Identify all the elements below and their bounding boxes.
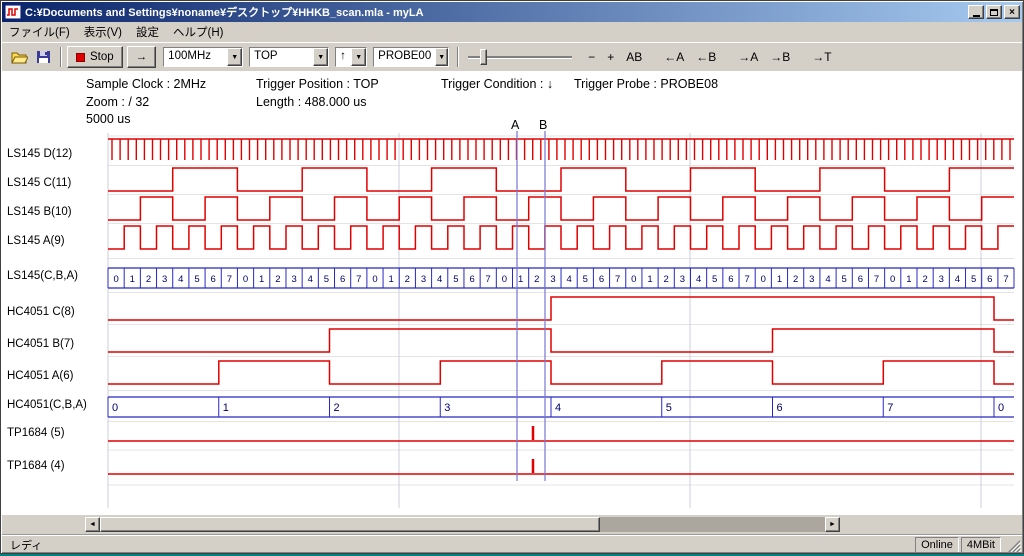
toolbar-separator [60, 47, 62, 67]
stop-label: Stop [90, 51, 114, 63]
menu-settings[interactable]: 設定 [129, 22, 166, 42]
zoom-slider[interactable] [468, 47, 572, 67]
zoom-slider-thumb[interactable] [480, 49, 487, 65]
clock-select-value: 100MHz [164, 48, 215, 66]
open-button[interactable] [7, 46, 31, 68]
close-button[interactable]: × [1004, 5, 1020, 19]
trigger-edge-value: ↑ [336, 48, 350, 66]
save-button[interactable] [31, 46, 55, 68]
stop-icon [76, 53, 85, 62]
title-bar[interactable]: C:¥Documents and Settings¥noname¥デスクトップ¥… [2, 2, 1022, 22]
goto-marker-a-right-button[interactable]: →A [732, 47, 764, 67]
status-text: レディ [2, 537, 915, 553]
chevron-down-icon[interactable]: ▼ [313, 48, 328, 66]
goto-marker-a-left-button[interactable]: ←A [658, 47, 690, 67]
resize-grip[interactable] [1007, 537, 1021, 553]
minimize-button[interactable] [968, 5, 984, 19]
scroll-left-button[interactable]: ◄ [85, 517, 100, 532]
goto-marker-b-left-button[interactable]: ←B [690, 47, 722, 67]
status-online: Online [915, 537, 959, 553]
toolbar: Stop → 100MHz ▼ TOP ▼ ↑ ▼ PROBE00 ▼ − + … [2, 42, 1022, 71]
open-folder-icon [11, 50, 28, 64]
zoom-in-button[interactable]: + [601, 47, 620, 67]
menu-bar: ファイル(F) 表示(V) 設定 ヘルプ(H) [2, 22, 1022, 42]
app-icon [5, 5, 21, 19]
horizontal-scrollbar[interactable]: ◄ ► [85, 517, 840, 532]
clock-select[interactable]: 100MHz ▼ [163, 47, 243, 67]
zoom-out-button[interactable]: − [582, 47, 601, 67]
toolbar-separator [457, 47, 459, 67]
maximize-icon [990, 9, 998, 16]
chevron-down-icon[interactable]: ▼ [351, 48, 366, 66]
status-bar: レディ Online 4MBit [2, 534, 1022, 554]
scrollbar-thumb[interactable] [100, 517, 600, 532]
menu-file[interactable]: ファイル(F) [2, 22, 77, 42]
scroll-right-button[interactable]: ► [825, 517, 840, 532]
app-window: C:¥Documents and Settings¥noname¥デスクトップ¥… [0, 0, 1024, 554]
status-memory: 4MBit [961, 537, 1001, 553]
goto-trigger-button[interactable]: →T [806, 47, 837, 67]
stop-button[interactable]: Stop [67, 46, 123, 68]
window-title: C:¥Documents and Settings¥noname¥デスクトップ¥… [25, 4, 966, 20]
scroll-strip: ◄ ► [2, 515, 1022, 534]
menu-help[interactable]: ヘルプ(H) [166, 22, 230, 42]
minimize-icon [973, 15, 980, 17]
trigger-probe-value: PROBE00 [374, 48, 435, 66]
menu-view[interactable]: 表示(V) [77, 22, 129, 42]
maximize-button[interactable] [986, 5, 1002, 19]
waveform-panel [2, 71, 1022, 515]
chevron-down-icon[interactable]: ▼ [227, 48, 242, 66]
trigger-edge-select[interactable]: ↑ ▼ [335, 47, 367, 67]
floppy-icon [36, 50, 51, 64]
trigger-position-select[interactable]: TOP ▼ [249, 47, 329, 67]
run-button[interactable]: → [127, 46, 157, 68]
trigger-position-value: TOP [250, 48, 281, 66]
scrollbar-track[interactable] [100, 517, 825, 532]
goto-marker-b-right-button[interactable]: →B [764, 47, 796, 67]
ab-markers-button[interactable]: AB [620, 47, 648, 67]
chevron-down-icon[interactable]: ▼ [435, 48, 448, 66]
trigger-probe-select[interactable]: PROBE00 ▼ [373, 47, 449, 67]
